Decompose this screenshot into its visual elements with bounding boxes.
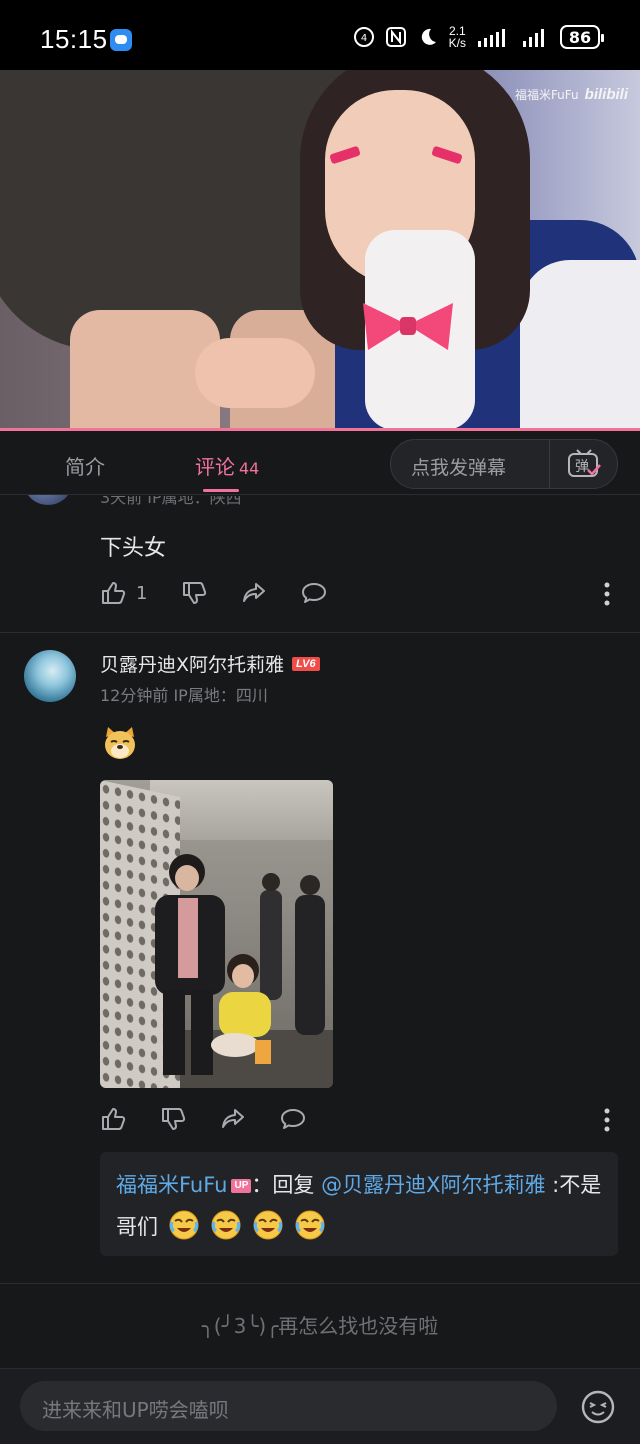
thumbs-up-icon — [102, 1108, 126, 1130]
comment-input[interactable]: 进来来和UP唠会嗑呗 — [20, 1381, 557, 1431]
like-count: 1 — [136, 582, 148, 604]
tab-bar: 简介 评论 44 点我发弹幕 弹 — [0, 431, 640, 495]
moon-icon — [421, 28, 436, 45]
svg-text:弹: 弹 — [575, 459, 589, 475]
tab-intro[interactable]: 简介 — [65, 451, 105, 480]
share-icon — [222, 1109, 244, 1128]
like-button[interactable]: 1 — [100, 580, 147, 606]
thumbs-down-icon — [183, 582, 207, 604]
cry-laugh-emoji-icon — [253, 1210, 283, 1240]
avatar[interactable] — [24, 650, 76, 702]
comment-actions: 1 — [100, 580, 361, 606]
comment-divider — [0, 632, 640, 633]
video-frame-shirt — [520, 260, 640, 428]
like-button[interactable] — [100, 1106, 126, 1132]
comment-input-bar: 进来来和UP唠会嗑呗 — [0, 1368, 640, 1444]
comment-divider — [0, 1283, 640, 1284]
level-badge: LV6 — [292, 656, 320, 671]
hd-voice-icon: 4 — [353, 27, 374, 47]
dislike-button[interactable] — [181, 580, 207, 606]
bilibili-logo: bilibili — [584, 86, 628, 103]
danmaku-placeholder: 点我发弹幕 — [411, 457, 507, 479]
comment-bubble-icon — [281, 1109, 305, 1129]
battery-indicator: 86 — [560, 25, 604, 49]
comment-bubble-icon — [302, 583, 327, 603]
comment-meta: 12分钟前 IP属地：四川 — [100, 686, 268, 705]
share-button[interactable] — [241, 580, 267, 606]
watermark-user: 福福米FuFu — [514, 88, 579, 102]
photo-person-crouching — [211, 954, 271, 1064]
reply-label: ：回复 — [251, 1173, 322, 1197]
nfc-icon — [385, 27, 406, 47]
reply-preview[interactable]: 福福米FuFu UP ：回复 @贝露丹迪X阿尔托莉雅 :不是哥们 — [100, 1152, 618, 1256]
status-time: 15:15 — [40, 24, 108, 54]
comment-image[interactable] — [100, 780, 333, 1088]
share-icon — [243, 583, 266, 602]
status-icons: 4 2.1 K/s 86 — [353, 22, 604, 52]
reply-button[interactable] — [301, 580, 327, 606]
active-tab-indicator — [203, 489, 239, 492]
doge-emoji-icon — [105, 727, 135, 759]
share-button[interactable] — [220, 1106, 246, 1132]
more-options-icon[interactable] — [604, 1107, 610, 1133]
video-frame-bow — [363, 303, 453, 350]
signal-icon-1 — [478, 29, 505, 47]
thumbs-down-icon — [162, 1108, 186, 1130]
net-speed: 2.1 K/s — [448, 24, 466, 50]
status-bar: 15:15 4 2.1 K/s 86 — [0, 0, 640, 70]
comment-author[interactable]: 贝露丹迪X阿尔托莉雅 LV6 — [100, 650, 320, 677]
svg-text:4: 4 — [360, 33, 366, 44]
danmaku-input[interactable]: 点我发弹幕 弹 — [390, 439, 618, 489]
reply-author[interactable]: 福福米FuFu — [116, 1173, 227, 1197]
cry-laugh-emoji-icon — [295, 1210, 325, 1240]
message-notification-icon — [110, 29, 132, 51]
video-watermark: 福福米FuFu bilibili — [515, 86, 628, 103]
cry-laugh-emoji-icon — [169, 1210, 199, 1240]
up-badge: UP — [231, 1179, 252, 1193]
reply-button[interactable] — [280, 1106, 306, 1132]
reply-mention[interactable]: @贝露丹迪X阿尔托莉雅 — [321, 1173, 545, 1197]
comment-count: 44 — [239, 459, 260, 478]
tab-comments[interactable]: 评论 44 — [195, 451, 259, 480]
cry-laugh-emoji-icon — [211, 1210, 241, 1240]
danmaku-divider — [549, 440, 550, 488]
comment-actions — [100, 1106, 340, 1132]
emoji-picker-icon[interactable] — [580, 1389, 616, 1425]
thumbs-up-icon — [102, 582, 126, 604]
comment-text: 下头女 — [100, 536, 167, 561]
end-of-list-note: ╮(╯3╰)╭再怎么找也没有啦 — [201, 1314, 439, 1338]
dislike-button[interactable] — [160, 1106, 186, 1132]
video-player[interactable]: 福福米FuFu bilibili — [0, 70, 640, 428]
more-options-icon[interactable] — [604, 581, 610, 607]
video-frame-hand — [195, 338, 315, 408]
username: 贝露丹迪X阿尔托莉雅 — [100, 654, 285, 676]
tab-comments-label: 评论 — [195, 455, 235, 479]
comment-input-placeholder: 进来来和UP唠会嗑呗 — [42, 1398, 229, 1422]
danmaku-toggle-icon[interactable]: 弹 — [566, 448, 602, 480]
signal-icon-2 — [523, 29, 544, 47]
